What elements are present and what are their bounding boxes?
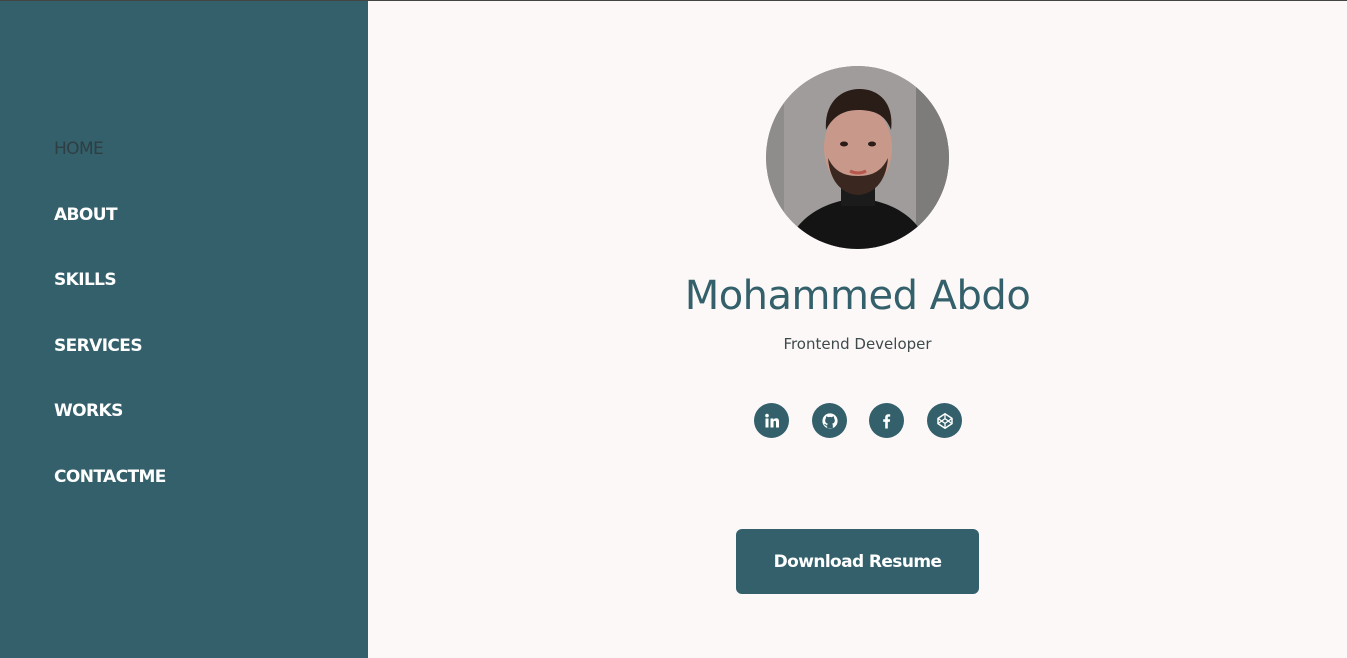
avatar-portrait bbox=[766, 66, 949, 249]
nav-link-home[interactable]: HOME bbox=[54, 138, 104, 160]
nav-link-services[interactable]: SERVICES bbox=[54, 335, 143, 357]
sidebar-nav: HOME ABOUT SKILLS SERVICES WORKS CONTACT… bbox=[54, 138, 166, 532]
profile-role: Frontend Developer bbox=[783, 335, 932, 353]
nav-link-contactme[interactable]: CONTACTME bbox=[54, 466, 166, 488]
nav-link-skills[interactable]: SKILLS bbox=[54, 269, 117, 291]
download-resume-button[interactable]: Download Resume bbox=[736, 529, 979, 594]
profile-name: Mohammed Abdo bbox=[684, 273, 1031, 319]
codepen-link[interactable] bbox=[927, 403, 962, 438]
avatar bbox=[766, 66, 949, 249]
nav-item-home: HOME bbox=[54, 138, 166, 204]
codepen-icon bbox=[936, 412, 953, 429]
linkedin-icon bbox=[764, 413, 779, 427]
nav-item-works: WORKS bbox=[54, 400, 166, 466]
nav-link-works[interactable]: WORKS bbox=[54, 400, 123, 422]
nav-item-services: SERVICES bbox=[54, 335, 166, 401]
sidebar: HOME ABOUT SKILLS SERVICES WORKS CONTACT… bbox=[0, 1, 368, 658]
linkedin-link[interactable] bbox=[754, 403, 789, 438]
facebook-link[interactable] bbox=[869, 403, 904, 438]
nav-item-about: ABOUT bbox=[54, 204, 166, 270]
page: HOME ABOUT SKILLS SERVICES WORKS CONTACT… bbox=[0, 0, 1347, 658]
nav-link-about[interactable]: ABOUT bbox=[54, 204, 118, 226]
nav-item-skills: SKILLS bbox=[54, 269, 166, 335]
github-link[interactable] bbox=[812, 403, 847, 438]
facebook-icon bbox=[882, 413, 890, 428]
nav-item-contactme: CONTACTME bbox=[54, 466, 166, 532]
main-content: Mohammed Abdo Frontend Developer Downloa… bbox=[368, 1, 1347, 658]
github-icon bbox=[821, 412, 838, 429]
